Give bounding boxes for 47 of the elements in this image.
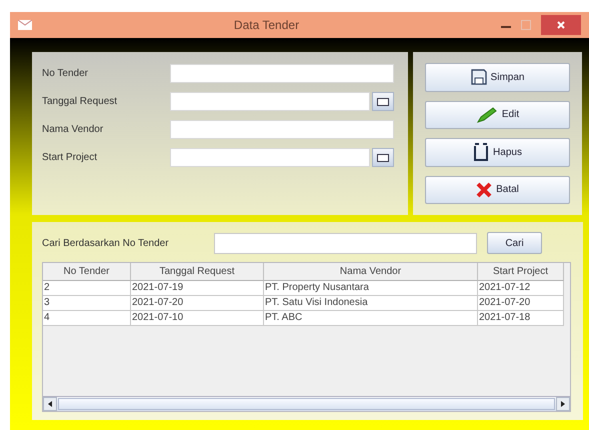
delete-button[interactable]: Hapus [425,138,570,166]
input-field[interactable] [170,120,394,139]
column-header[interactable]: Tanggal Request [131,263,264,281]
calendar-button[interactable] [372,92,394,111]
table-cell: 2 [43,281,131,296]
table-cell: 2021-07-18 [478,311,564,326]
save-button[interactable]: Simpan [425,63,570,92]
cancel-button[interactable]: Batal [425,176,570,204]
bracket-frame-icon [473,143,490,162]
table-cell: 2021-07-19 [131,281,264,296]
table-cell: PT. Property Nusantara [264,281,478,296]
floppy-icon [470,69,487,86]
date-field[interactable] [170,92,370,111]
left-arrow-icon [48,401,52,407]
search-field[interactable] [214,232,477,254]
table-cell: 2021-07-20 [131,296,264,311]
column-header[interactable]: Nama Vendor [264,263,478,281]
maximize-icon[interactable] [521,20,531,30]
table-cell: PT. Satu Visi Indonesia [264,296,478,311]
table-cell: 2021-07-10 [131,311,264,326]
calendar-icon [377,98,390,106]
date-field[interactable] [170,148,370,167]
table-cell: 2021-07-12 [478,281,564,296]
field-label: Tanggal Request [42,96,118,107]
edit-button[interactable]: Edit [425,100,570,129]
close-button[interactable] [541,15,581,35]
field-label: Nama Vendor [42,124,104,135]
calendar-button[interactable] [372,148,394,167]
table-cell: 4 [43,311,131,326]
column-header[interactable]: Start Project [478,263,564,281]
search-button[interactable]: Cari [487,232,542,254]
field-label: No Tender [42,68,89,79]
horizontal-scrollbar[interactable] [43,396,570,411]
cross-icon [476,182,492,198]
table-cell: PT. ABC [264,311,478,326]
table-cell: 2021-07-20 [478,296,564,311]
input-field[interactable] [170,64,394,83]
window-title: Data Tender [232,18,300,32]
field-label: Start Project [42,152,98,163]
close-icon [557,21,565,29]
right-arrow-icon [561,401,565,407]
window-icon [18,20,32,30]
search-label: Cari Berdasarkan No Tender [42,238,170,248]
calendar-icon [377,154,390,162]
pencil-icon [476,106,498,123]
column-header[interactable]: No Tender [43,263,131,281]
table-cell: 3 [43,296,131,311]
